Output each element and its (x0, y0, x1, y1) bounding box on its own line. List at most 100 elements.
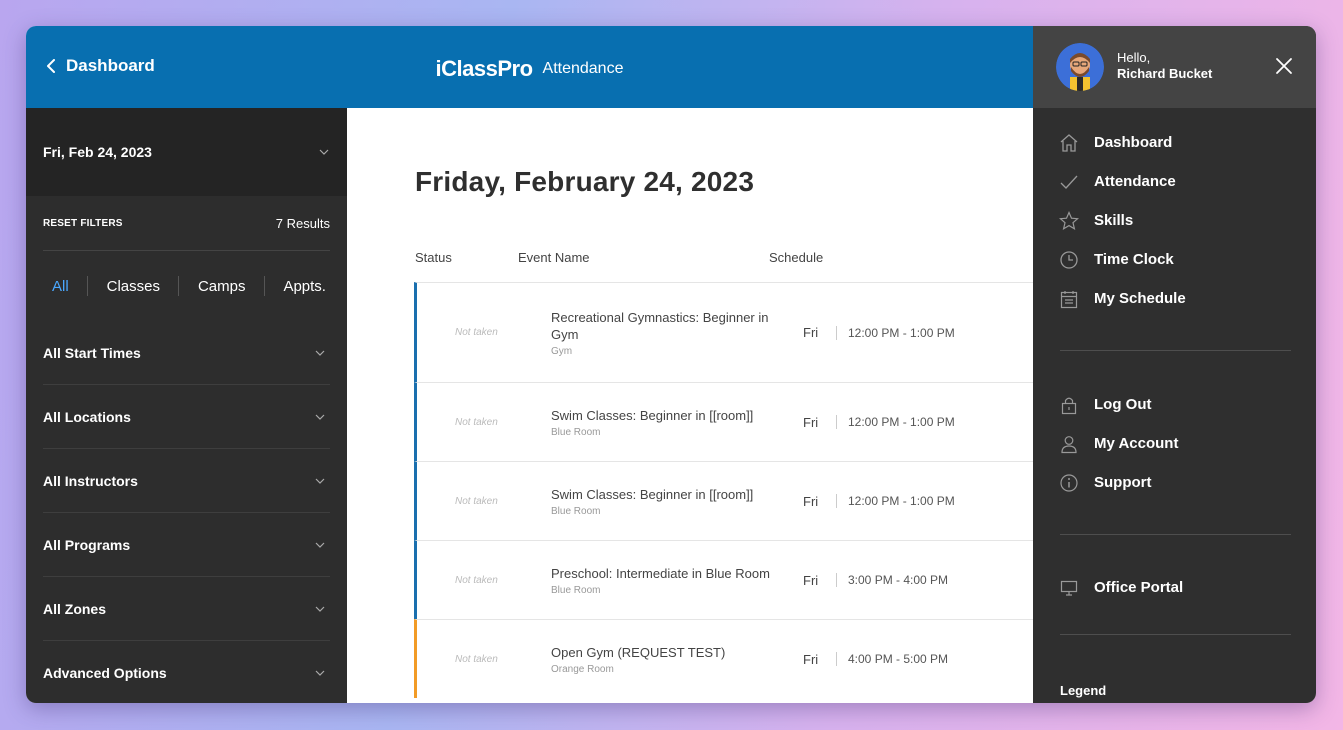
event-time: 4:00 PM - 5:00 PM (848, 652, 949, 666)
tab-appts[interactable]: Appts. (283, 278, 326, 295)
event-day: Fri (803, 325, 819, 340)
event-location: Orange Room (551, 663, 614, 675)
attendance-status: Not taken (455, 416, 498, 428)
event-location: Gym (551, 345, 573, 357)
menu-divider (1060, 634, 1291, 635)
star-icon (1058, 210, 1080, 232)
event-name: Recreational Gymnastics: Beginner in Gym (551, 309, 769, 342)
event-cell: Recreational Gymnastics: Beginner in Gym… (551, 283, 781, 382)
date-select[interactable]: Fri, Feb 24, 2023 (26, 108, 347, 196)
column-event-name: Event Name (518, 250, 590, 265)
chevron-down-icon (315, 350, 325, 356)
chevron-down-icon (315, 542, 325, 548)
menu-item-skills[interactable]: Skills (1058, 201, 1293, 240)
filter-instructors[interactable]: All Instructors (43, 449, 330, 513)
menu-item-time-clock[interactable]: Time Clock (1058, 240, 1293, 279)
filter-locations[interactable]: All Locations (43, 385, 330, 449)
event-cell: Preschool: Intermediate in Blue Room Blu… (551, 541, 781, 619)
tab-separator (263, 276, 265, 296)
event-location: Blue Room (551, 426, 601, 438)
menu-item-my-schedule[interactable]: My Schedule (1058, 279, 1293, 318)
filter-label: All Instructors (43, 472, 138, 489)
lock-icon (1058, 394, 1080, 416)
app-window: Dashboard iClassPro Attendance Fri, Feb 2… (26, 26, 1316, 703)
user-name: Richard Bucket (1117, 66, 1213, 81)
attendance-status: Not taken (455, 495, 498, 507)
brand-logo: iClassPro (435, 56, 534, 81)
tab-camps[interactable]: Camps (198, 278, 246, 295)
user-avatar-icon (1056, 43, 1104, 91)
menu-label: My Schedule (1094, 290, 1186, 307)
results-count: 7 Results (275, 215, 330, 231)
event-day: Fri (803, 493, 819, 509)
event-cell: Swim Classes: Beginner in [[room]] Blue … (551, 383, 781, 461)
table-row[interactable]: Not taken Recreational Gymnastics: Begin… (414, 282, 1034, 382)
menu-item-dashboard[interactable]: Dashboard (1058, 123, 1293, 162)
portal-menu: Office Portal (1058, 568, 1293, 607)
schedule-divider (836, 573, 837, 587)
table-row[interactable]: Not taken Open Gym (REQUEST TEST) Orange… (414, 619, 1034, 698)
home-icon (1058, 132, 1080, 154)
table-row[interactable]: Not taken Swim Classes: Beginner in [[ro… (414, 382, 1034, 461)
menu-divider (1060, 350, 1291, 351)
tab-separator (178, 276, 180, 296)
tab-classes[interactable]: Classes (107, 278, 160, 295)
attendance-status: Not taken (455, 327, 498, 338)
menu-item-log-out[interactable]: Log Out (1058, 385, 1293, 424)
filter-label: All Start Times (43, 344, 141, 361)
event-name: Open Gym (REQUEST TEST) (551, 644, 726, 660)
filter-header: RESET FILTERS 7 Results (43, 196, 330, 251)
brand-subtitle: Attendance (542, 60, 624, 77)
menu-item-attendance[interactable]: Attendance (1058, 162, 1293, 201)
column-schedule: Schedule (769, 250, 824, 265)
attendance-main: Friday, February 24, 2023 Status Event N… (347, 108, 1034, 703)
event-list: Not taken Recreational Gymnastics: Begin… (414, 282, 1034, 698)
menu-item-office-portal[interactable]: Office Portal (1058, 568, 1293, 607)
clock-icon (1058, 249, 1080, 271)
date-value: Fri, Feb 24, 2023 (43, 144, 152, 160)
menu-label: Time Clock (1094, 251, 1174, 268)
filter-programs[interactable]: All Programs (43, 513, 330, 577)
close-icon (1276, 58, 1292, 74)
event-time: 12:00 PM - 1:00 PM (848, 415, 955, 429)
chevron-down-icon (315, 670, 325, 676)
close-drawer-button[interactable] (1272, 54, 1296, 78)
table-row[interactable]: Not taken Preschool: Intermediate in Blu… (414, 540, 1034, 619)
filter-label: All Programs (43, 536, 131, 553)
menu-label: Attendance (1094, 173, 1176, 190)
schedule-divider (836, 652, 837, 666)
page-title: Friday, February 24, 2023 (415, 166, 755, 197)
calendar-icon (1058, 288, 1080, 310)
event-day: Fri (803, 414, 819, 430)
menu-label: Dashboard (1094, 134, 1173, 151)
attendance-status: Not taken (455, 653, 498, 665)
filter-label: Advanced Options (43, 665, 167, 681)
greeting-hello: Hello, (1117, 50, 1151, 65)
menu-item-support[interactable]: Support (1058, 463, 1293, 502)
menu-item-my-account[interactable]: My Account (1058, 424, 1293, 463)
event-time: 12:00 PM - 1:00 PM (848, 494, 955, 508)
event-cell: Swim Classes: Beginner in [[room]] Blue … (551, 462, 781, 540)
brand: iClassPro Attendance (26, 56, 1033, 82)
attendance-status: Not taken (455, 574, 498, 586)
event-cell: Open Gym (REQUEST TEST) Orange Room (551, 620, 781, 698)
main-menu: Dashboard Attendance Skills Time Clock M… (1058, 123, 1293, 318)
menu-label: Skills (1094, 212, 1134, 229)
event-location: Blue Room (551, 505, 601, 517)
table-row[interactable]: Not taken Swim Classes: Beginner in [[ro… (414, 461, 1034, 540)
filter-start-times[interactable]: All Start Times (43, 321, 330, 385)
menu-label: Log Out (1094, 396, 1152, 413)
tab-separator (87, 276, 89, 296)
legend-heading: Legend (1060, 683, 1107, 698)
schedule-divider (836, 415, 837, 429)
avatar[interactable] (1056, 43, 1104, 91)
event-name: Preschool: Intermediate in Blue Room (551, 565, 770, 581)
filter-zones[interactable]: All Zones (43, 577, 330, 641)
info-icon (1058, 472, 1080, 494)
top-bar: Dashboard iClassPro Attendance (26, 26, 1033, 108)
schedule-divider (836, 494, 837, 508)
reset-filters-button[interactable]: RESET FILTERS (43, 218, 123, 229)
filter-advanced-options[interactable]: Advanced Options (43, 641, 330, 703)
tab-all[interactable]: All (52, 278, 69, 295)
account-menu: Log Out My Account Support (1058, 385, 1293, 502)
